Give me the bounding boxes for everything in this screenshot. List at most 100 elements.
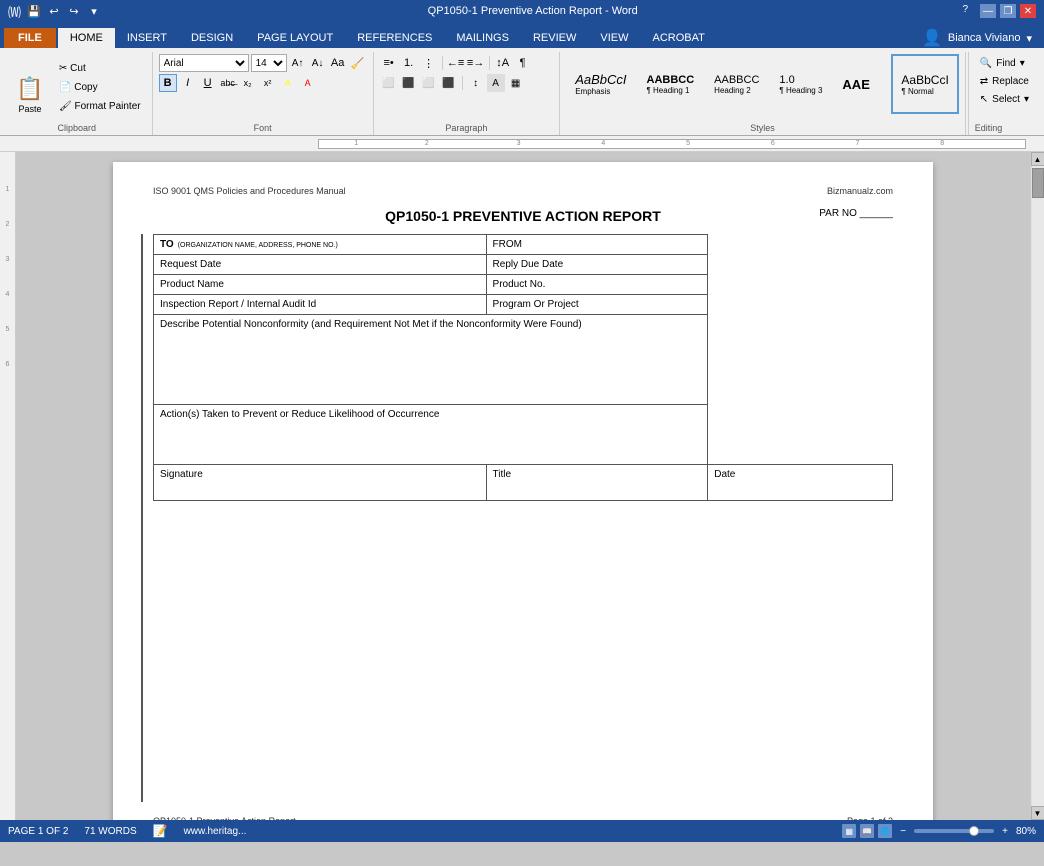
select-button[interactable]: ↖ Select ▾ — [975, 90, 1034, 108]
styles-list: AaBbCcI Emphasis AABBCC ¶ Heading 1 AABB… — [566, 54, 959, 114]
tab-insert[interactable]: INSERT — [115, 28, 179, 48]
align-right-button[interactable]: ⬜ — [420, 74, 438, 92]
show-hide-button[interactable]: ¶ — [514, 54, 532, 72]
clear-format-button[interactable]: 🧹 — [349, 54, 367, 72]
style-aae[interactable]: AAE — [833, 54, 889, 114]
justify-button[interactable]: ⬛ — [440, 74, 458, 92]
actions-cell: Action(s) Taken to Prevent or Reduce Lik… — [154, 405, 708, 465]
replace-button[interactable]: ⇄ Replace — [975, 72, 1034, 90]
user-info: 👤 Bianca Viviano ▾ — [910, 28, 1044, 48]
restore-button[interactable]: ❐ — [1000, 4, 1016, 18]
strikethrough-button[interactable]: ab̶c̶ — [219, 74, 237, 92]
style-normal[interactable]: AaBbCcI ¶ Normal — [891, 54, 958, 114]
tab-file[interactable]: FILE — [4, 28, 56, 48]
border-button[interactable]: ▦ — [507, 74, 525, 92]
tab-page-layout[interactable]: PAGE LAYOUT — [245, 28, 345, 48]
multilevel-button[interactable]: ⋮ — [420, 54, 438, 72]
read-mode-icon[interactable]: 📖 — [860, 824, 874, 838]
decrease-indent-button[interactable]: ←≡ — [447, 54, 465, 72]
scroll-down-button[interactable]: ▼ — [1031, 806, 1044, 820]
style-heading2[interactable]: AABBCC Heading 2 — [705, 54, 768, 114]
zoom-in-button[interactable]: + — [1002, 826, 1008, 837]
zoom-slider[interactable] — [914, 829, 994, 833]
tab-mailings[interactable]: MAILINGS — [444, 28, 521, 48]
shading-button[interactable]: A — [487, 74, 505, 92]
increase-indent-button[interactable]: ≡→ — [467, 54, 485, 72]
page-header: ISO 9001 QMS Policies and Procedures Man… — [153, 186, 893, 196]
program-cell: Program Or Project — [486, 295, 708, 315]
right-scrollbar[interactable]: ▲ ▼ — [1030, 152, 1044, 820]
ruler: 1 2 3 4 5 6 7 8 — [0, 136, 1044, 152]
sort-button[interactable]: ↕A — [494, 54, 512, 72]
tab-references[interactable]: REFERENCES — [345, 28, 444, 48]
date-cell: Date — [708, 465, 893, 501]
subscript-button[interactable]: x₂ — [239, 74, 257, 92]
grow-font-button[interactable]: A↑ — [289, 54, 307, 72]
request-date-cell: Request Date — [154, 255, 487, 275]
style-heading1[interactable]: AABBCC ¶ Heading 1 — [638, 54, 704, 114]
find-button[interactable]: 🔍 Find ▾ — [975, 54, 1034, 72]
font-name-row: Arial 14 A↑ A↓ Aa 🧹 — [159, 54, 367, 72]
paste-button[interactable]: 📋 Paste — [8, 59, 52, 117]
signature-label: Signature — [160, 469, 203, 480]
date-label: Date — [714, 469, 735, 480]
help-icon[interactable]: ? — [962, 4, 968, 18]
document-page: ISO 9001 QMS Policies and Procedures Man… — [113, 162, 933, 820]
style-heading3-preview: 1.0 — [779, 74, 822, 86]
copy-button[interactable]: 📄 Copy — [54, 79, 146, 97]
shrink-font-button[interactable]: A↓ — [309, 54, 327, 72]
scroll-up-button[interactable]: ▲ — [1031, 152, 1044, 166]
close-button[interactable]: ✕ — [1020, 4, 1036, 18]
proofing-icon: 📝 — [153, 824, 168, 838]
table-row-1: TO (ORGANIZATION NAME, ADDRESS, PHONE NO… — [154, 235, 893, 255]
font-size-select[interactable]: 14 — [251, 54, 287, 72]
nonconformity-label: Describe Potential Nonconformity (and Re… — [160, 319, 582, 330]
tab-home[interactable]: HOME — [58, 28, 115, 48]
undo-icon[interactable]: ↩ — [45, 2, 63, 20]
from-label: FROM — [493, 239, 522, 250]
line-spacing-button[interactable]: ↕ — [467, 74, 485, 92]
style-emphasis[interactable]: AaBbCcI Emphasis — [566, 54, 635, 114]
numbering-button[interactable]: 1. — [400, 54, 418, 72]
style-heading3[interactable]: 1.0 ¶ Heading 3 — [770, 54, 831, 114]
bold-button[interactable]: B — [159, 74, 177, 92]
italic-button[interactable]: I — [179, 74, 197, 92]
print-layout-icon[interactable]: ▦ — [842, 824, 856, 838]
bullets-button[interactable]: ≡• — [380, 54, 398, 72]
table-row-6: Action(s) Taken to Prevent or Reduce Lik… — [154, 405, 893, 465]
title-label: Title — [493, 469, 512, 480]
change-case-button[interactable]: Aa — [329, 54, 347, 72]
margin-marker — [141, 234, 143, 802]
tab-design[interactable]: DESIGN — [179, 28, 245, 48]
font-name-select[interactable]: Arial — [159, 54, 249, 72]
align-left-button[interactable]: ⬜ — [380, 74, 398, 92]
scroll-track[interactable] — [1032, 166, 1044, 806]
web-view-icon[interactable]: 🌐 — [878, 824, 892, 838]
tab-review[interactable]: REVIEW — [521, 28, 588, 48]
redo-icon[interactable]: ↪ — [65, 2, 83, 20]
format-painter-button[interactable]: 🖌 Format Painter — [54, 98, 146, 116]
tab-acrobat[interactable]: ACROBAT — [640, 28, 716, 48]
nonconformity-cell: Describe Potential Nonconformity (and Re… — [154, 315, 708, 405]
quick-access-more[interactable]: ▾ — [85, 2, 103, 20]
text-highlight-button[interactable]: A — [279, 74, 297, 92]
superscript-button[interactable]: x² — [259, 74, 277, 92]
title-cell: Title — [486, 465, 708, 501]
zoom-thumb[interactable] — [969, 826, 979, 836]
scroll-thumb[interactable] — [1032, 168, 1044, 198]
minimize-button[interactable]: — — [980, 4, 996, 18]
align-center-button[interactable]: ⬛ — [400, 74, 418, 92]
underline-button[interactable]: U — [199, 74, 217, 92]
font-color-button[interactable]: A — [299, 74, 317, 92]
status-bar: PAGE 1 OF 2 71 WORDS 📝 www.heritag... ▦ … — [0, 820, 1044, 842]
cut-button[interactable]: ✂ Cut — [54, 60, 146, 78]
zoom-out-button[interactable]: − — [900, 826, 906, 837]
paragraph-group: ≡• 1. ⋮ ←≡ ≡→ ↕A ¶ ⬜ ⬛ ⬜ ⬛ ↕ A ▦ Paragr — [376, 52, 561, 135]
ribbon-content: 📋 Paste ✂ Cut 📄 Copy 🖌 Format Painter Cl… — [0, 48, 1044, 136]
document-area: ISO 9001 QMS Policies and Procedures Man… — [16, 152, 1030, 820]
clipboard-content: 📋 Paste ✂ Cut 📄 Copy 🖌 Format Painter — [8, 54, 146, 121]
save-icon[interactable]: 💾 — [25, 2, 43, 20]
tab-view[interactable]: VIEW — [588, 28, 640, 48]
status-right: ▦ 📖 🌐 − + 80% — [842, 824, 1036, 838]
inspection-cell: Inspection Report / Internal Audit Id — [154, 295, 487, 315]
